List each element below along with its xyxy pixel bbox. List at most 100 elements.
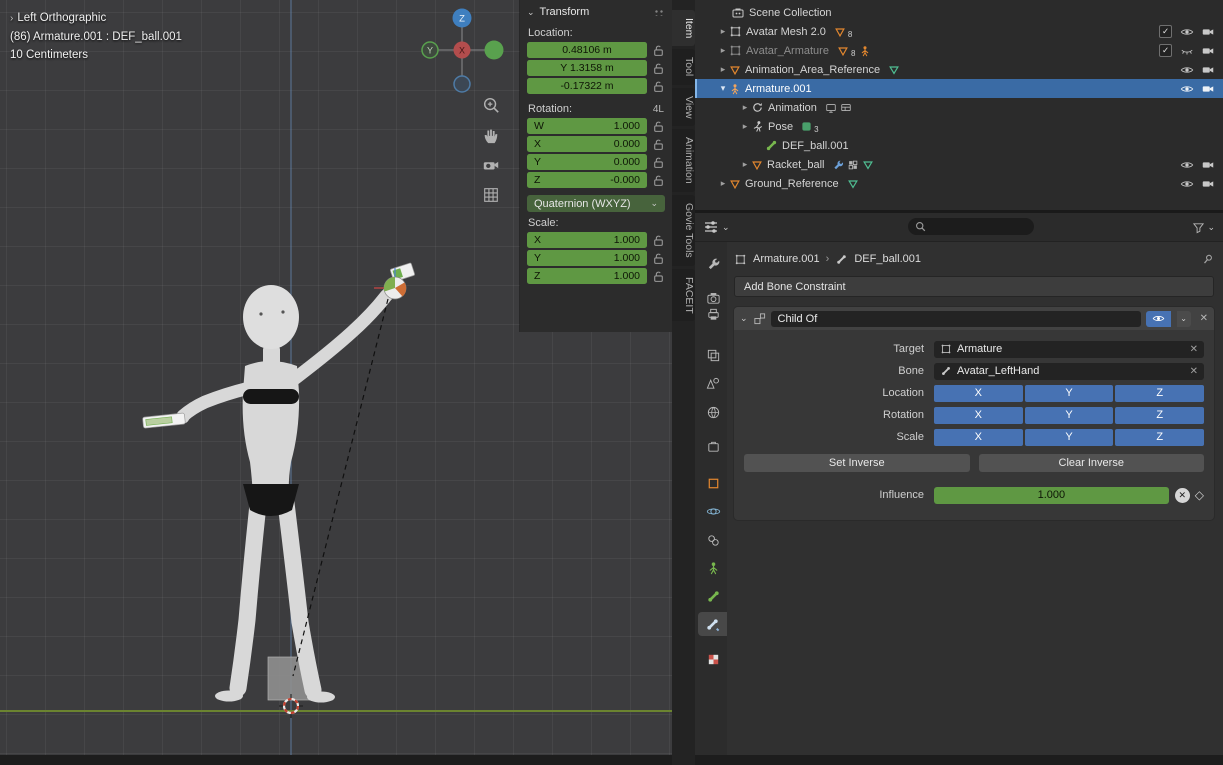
set-inverse-button[interactable]: Set Inverse: [744, 454, 970, 472]
location-y-field[interactable]: Y 1.3158 m: [527, 60, 647, 76]
search-input[interactable]: [908, 218, 1034, 235]
pan-hand-button[interactable]: [479, 123, 503, 147]
tab-view[interactable]: View: [672, 88, 695, 127]
editor-type-button[interactable]: ⌄: [703, 219, 730, 235]
tab-animation[interactable]: Animation: [672, 129, 695, 192]
location-y-toggle[interactable]: Y: [1025, 385, 1114, 402]
outliner-row-pose[interactable]: ▸ Pose 3: [695, 117, 1223, 136]
clear-bone-icon[interactable]: ✕: [1190, 366, 1198, 377]
tab-tool[interactable]: Tool: [672, 49, 695, 84]
lock-icon[interactable]: [652, 138, 665, 151]
expander-icon[interactable]: ▸: [717, 26, 729, 37]
clear-inverse-button[interactable]: Clear Inverse: [979, 454, 1205, 472]
toggle-grid-button[interactable]: [479, 183, 503, 207]
expander-icon[interactable]: ▸: [717, 45, 729, 56]
rotation-x-field[interactable]: X0.000: [527, 136, 647, 152]
outliner-row-scene-collection[interactable]: Scene Collection: [695, 3, 1223, 22]
expander-icon[interactable]: ▸: [739, 102, 751, 113]
add-bone-constraint-button[interactable]: Add Bone Constraint: [734, 276, 1214, 297]
scale-z-field[interactable]: Z1.000: [527, 268, 647, 284]
scale-z-toggle[interactable]: Z: [1115, 429, 1204, 446]
tab-bone-constraint-properties[interactable]: [698, 612, 727, 636]
location-x-toggle[interactable]: X: [934, 385, 1023, 402]
rotation-x-toggle[interactable]: X: [934, 407, 1023, 424]
location-z-toggle[interactable]: Z: [1115, 385, 1204, 402]
hand-reference-object[interactable]: [142, 413, 185, 428]
chevron-down-icon[interactable]: ⌄: [740, 313, 748, 324]
rotation-w-field[interactable]: W1.000: [527, 118, 647, 134]
selectable-checkbox[interactable]: ✓: [1159, 44, 1172, 57]
tab-view-layer-properties[interactable]: [699, 343, 727, 367]
lock-icon[interactable]: [652, 62, 665, 75]
camera-render-toggle[interactable]: [1197, 82, 1218, 96]
hide-eye-toggle[interactable]: [1176, 63, 1197, 77]
tab-item[interactable]: Item: [672, 10, 695, 46]
outliner-row-animation-area-reference[interactable]: ▸ Animation_Area_Reference: [695, 60, 1223, 79]
constraint-extras-dropdown[interactable]: ⌄: [1177, 311, 1191, 327]
tab-bone-properties[interactable]: [699, 584, 727, 608]
outliner-row-avatar-mesh[interactable]: ▸ Avatar Mesh 2.0 8 ✓: [695, 22, 1223, 41]
constraint-panel-header[interactable]: ⌄ Child Of ⌄ ✕: [734, 307, 1214, 330]
influence-slider[interactable]: 1.000: [934, 487, 1169, 504]
constraint-close-icon[interactable]: ✕: [1200, 313, 1208, 324]
outliner-row-avatar-armature[interactable]: ▸ Avatar_Armature 8 ✓: [695, 41, 1223, 60]
lock-icon[interactable]: [652, 120, 665, 133]
rotation-mode-dropdown[interactable]: Quaternion (WXYZ) ⌄: [527, 195, 665, 212]
rotation-y-field[interactable]: Y0.000: [527, 154, 647, 170]
camera-render-toggle[interactable]: [1197, 63, 1218, 77]
tab-object-properties[interactable]: [699, 471, 727, 495]
location-x-field[interactable]: 0.48106 m: [527, 42, 647, 58]
tab-collection-properties[interactable]: [699, 434, 727, 458]
hide-eye-toggle[interactable]: [1176, 177, 1197, 191]
expander-icon[interactable]: ▸: [739, 121, 751, 132]
tab-object-constraint-properties[interactable]: [699, 528, 727, 552]
outliner-row-def-ball[interactable]: DEF_ball.001: [695, 136, 1223, 155]
lock-icon[interactable]: [652, 156, 665, 169]
lock-icon[interactable]: [652, 270, 665, 283]
lock-icon[interactable]: [652, 80, 665, 93]
selectable-checkbox[interactable]: ✓: [1159, 25, 1172, 38]
scale-x-field[interactable]: X1.000: [527, 232, 647, 248]
rotation-z-toggle[interactable]: Z: [1115, 407, 1204, 424]
lock-icon[interactable]: [652, 44, 665, 57]
keyframe-diamond-icon[interactable]: ◇: [1195, 488, 1204, 502]
tab-faceit[interactable]: FACEIT: [672, 269, 695, 322]
hide-eye-toggle[interactable]: [1176, 158, 1197, 172]
bone-field[interactable]: Avatar_LeftHand ✕: [934, 363, 1204, 380]
scale-x-toggle[interactable]: X: [934, 429, 1023, 446]
mannequin-figure[interactable]: [177, 285, 395, 703]
target-field[interactable]: Armature ✕: [934, 341, 1204, 358]
breadcrumb-bone[interactable]: DEF_ball.001: [854, 253, 921, 265]
expander-icon[interactable]: ▸: [739, 159, 751, 170]
rotation-y-toggle[interactable]: Y: [1025, 407, 1114, 424]
scale-y-field[interactable]: Y1.000: [527, 250, 647, 266]
panel-options-dots-icon[interactable]: [654, 9, 665, 16]
expander-icon[interactable]: ▾: [717, 83, 729, 94]
expander-icon[interactable]: ▸: [717, 64, 729, 75]
zoom-button[interactable]: [479, 93, 503, 117]
camera-render-toggle[interactable]: [1197, 25, 1218, 39]
3d-viewport[interactable]: ›Left Orthographic (86) Armature.001 : D…: [0, 0, 672, 755]
axis-z-negative[interactable]: [454, 76, 470, 92]
expander-icon[interactable]: ▸: [717, 178, 729, 189]
hide-eye-toggle[interactable]: [1176, 25, 1197, 39]
tab-output-properties[interactable]: [699, 302, 727, 326]
axis-y-positive[interactable]: [485, 41, 504, 60]
outliner-row-racket-ball[interactable]: ▸ Racket_ball: [695, 155, 1223, 174]
scale-y-toggle[interactable]: Y: [1025, 429, 1114, 446]
camera-render-toggle[interactable]: [1197, 177, 1218, 191]
hide-eye-toggle[interactable]: [1176, 44, 1197, 58]
tab-texture-properties[interactable]: [699, 647, 727, 671]
tab-object-data-properties[interactable]: [699, 556, 727, 580]
outliner-row-animation[interactable]: ▸ Animation: [695, 98, 1223, 117]
tab-physics-properties[interactable]: [699, 499, 727, 523]
tab-tool-properties[interactable]: [699, 251, 727, 275]
camera-render-toggle[interactable]: [1197, 44, 1218, 58]
tab-govie-tools[interactable]: Govie Tools: [672, 195, 695, 266]
hide-eye-toggle[interactable]: [1176, 82, 1197, 96]
constraint-name-field[interactable]: Child Of: [771, 311, 1141, 327]
breadcrumb-object[interactable]: Armature.001: [753, 253, 820, 265]
tab-world-properties[interactable]: [699, 400, 727, 424]
camera-view-button[interactable]: [479, 153, 503, 177]
outliner-row-armature-001[interactable]: ▾ Armature.001: [695, 79, 1223, 98]
